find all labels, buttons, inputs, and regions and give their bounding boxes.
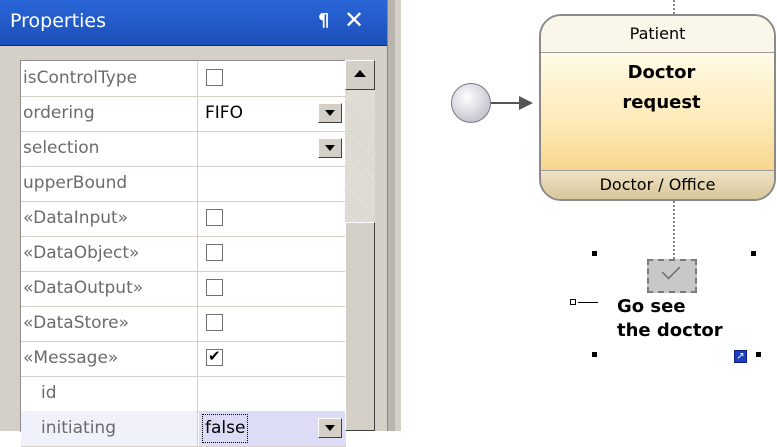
property-name: initiating <box>21 411 198 446</box>
task-lane-label: Doctor / Office <box>541 170 774 199</box>
selection-handle[interactable] <box>751 251 756 256</box>
datainput-checkbox[interactable] <box>206 209 223 226</box>
property-name: «DataObject» <box>21 236 198 271</box>
sequence-flow-line[interactable] <box>491 102 519 104</box>
property-value <box>199 61 346 96</box>
property-name: selection <box>21 131 198 166</box>
property-row-upperbound[interactable]: upperBound <box>21 166 346 202</box>
property-row-datainput[interactable]: «DataInput» <box>21 201 346 237</box>
property-row-id[interactable]: id <box>21 376 346 412</box>
property-grid: isControlType ordering FIFO selection up… <box>20 60 346 447</box>
property-row-datastore[interactable]: «DataStore» <box>21 306 346 342</box>
message-flow-line[interactable] <box>673 201 675 259</box>
task-participant-label: Patient <box>541 16 774 53</box>
dataoutput-checkbox[interactable] <box>206 279 223 296</box>
property-row-dataobject[interactable]: «DataObject» <box>21 236 346 272</box>
property-name: isControlType <box>21 61 198 96</box>
pin-icon[interactable]: ¶ <box>318 10 329 31</box>
message-checkbox[interactable] <box>206 347 223 366</box>
chevron-down-icon[interactable] <box>318 103 342 123</box>
arrowhead-icon <box>519 96 533 110</box>
property-name: «Message» <box>21 341 198 376</box>
connector-line-top <box>673 0 675 14</box>
ordering-select[interactable]: FIFO <box>199 96 346 131</box>
property-row-iscontroltype[interactable]: isControlType <box>21 61 346 97</box>
property-value <box>199 201 346 236</box>
property-value <box>199 236 346 271</box>
message-label-line1: Go see <box>617 296 686 317</box>
property-row-ordering[interactable]: ordering FIFO <box>21 96 346 132</box>
property-name: «DataInput» <box>21 201 198 236</box>
iscontroltype-checkbox[interactable] <box>206 69 223 86</box>
property-name: upperBound <box>21 166 198 201</box>
hyperlink-icon[interactable]: ↗ <box>734 350 747 363</box>
selection-handle[interactable] <box>592 251 597 256</box>
anchor-handle[interactable] <box>570 299 576 305</box>
dataobject-checkbox[interactable] <box>206 244 223 261</box>
scroll-thumb[interactable] <box>345 222 375 431</box>
selection-handle[interactable] <box>756 352 761 357</box>
vertical-scrollbar[interactable] <box>345 60 375 431</box>
message-label[interactable]: Go see the doctor <box>617 295 757 343</box>
selection-handle[interactable] <box>592 352 597 357</box>
ordering-value: FIFO <box>205 103 243 123</box>
close-icon[interactable]: ✕ <box>344 6 364 34</box>
property-value <box>199 341 346 376</box>
scroll-up-button[interactable] <box>345 60 375 90</box>
task-name-line2: request <box>622 92 701 113</box>
datastore-checkbox[interactable] <box>206 314 223 331</box>
property-value <box>199 306 346 341</box>
property-name: «DataOutput» <box>21 271 198 306</box>
upperbound-field[interactable] <box>199 166 346 201</box>
chevron-down-icon[interactable] <box>318 138 342 158</box>
properties-panel: Properties ¶ ✕ isControlType ordering FI… <box>0 0 396 447</box>
message-label-line2: the doctor <box>617 320 723 341</box>
initiating-select[interactable]: false <box>199 411 346 446</box>
task-doctor-request[interactable]: Patient Doctor request Doctor / Office <box>539 14 776 201</box>
selection-select[interactable] <box>199 131 346 166</box>
property-value <box>199 271 346 306</box>
chevron-down-icon[interactable] <box>318 418 342 438</box>
anchor-line <box>578 302 598 303</box>
property-row-dataoutput[interactable]: «DataOutput» <box>21 271 346 307</box>
panel-title: Properties <box>10 10 107 32</box>
property-row-initiating[interactable]: initiating false <box>21 411 346 447</box>
property-row-message[interactable]: «Message» <box>21 341 346 377</box>
start-event[interactable] <box>451 83 491 123</box>
id-field[interactable] <box>199 376 346 411</box>
initiating-value: false <box>202 414 249 443</box>
property-name: «DataStore» <box>21 306 198 341</box>
task-name-line1: Doctor <box>627 62 696 83</box>
property-row-selection[interactable]: selection <box>21 131 346 167</box>
property-name: ordering <box>21 96 198 131</box>
property-name: id <box>21 376 198 411</box>
message-envelope-icon[interactable] <box>647 259 697 293</box>
task-name: Doctor request <box>541 58 774 118</box>
panel-title-bar[interactable]: Properties ¶ ✕ <box>0 0 387 46</box>
